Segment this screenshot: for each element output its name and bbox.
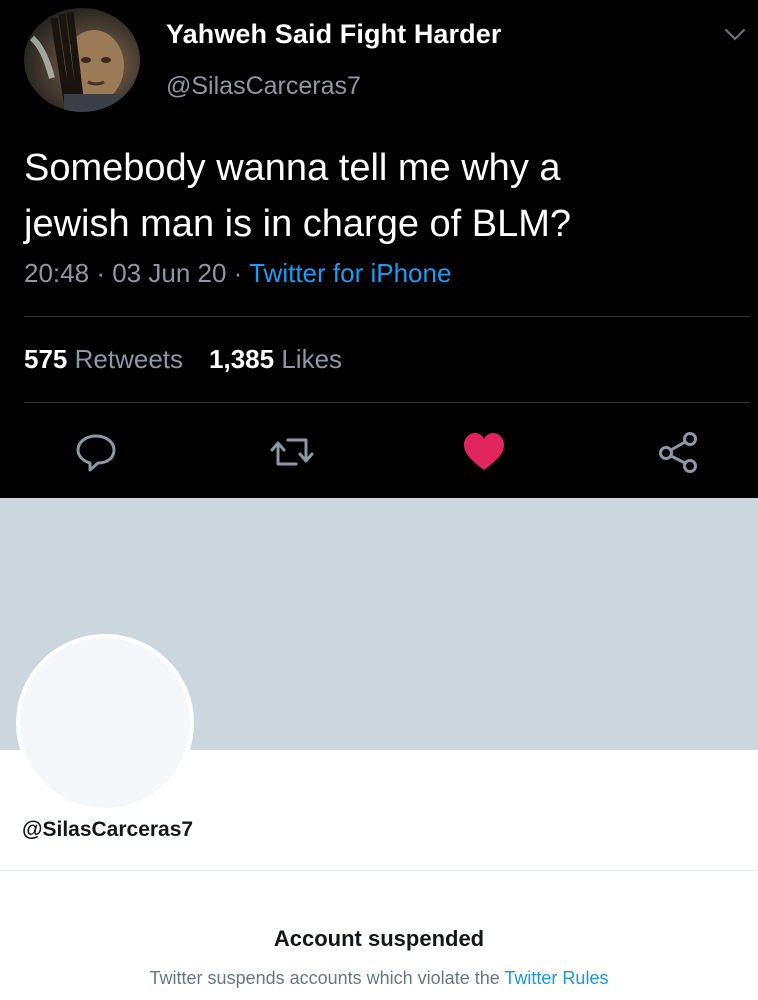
author-handle[interactable]: @SilasCarceras7 [166,72,361,101]
share-icon[interactable] [656,430,700,474]
meta-separator: · [96,258,105,288]
tweet-source-link[interactable]: Twitter for iPhone [249,258,451,288]
divider [24,402,750,403]
meta-separator: · [233,258,243,288]
tweet-card: Yahweh Said Fight Harder @SilasCarceras7… [0,0,758,498]
twitter-rules-link[interactable]: Twitter Rules [504,968,608,988]
likes-count: 1,385 [209,344,275,374]
retweets-count: 575 [24,344,68,374]
avatar-photo [29,11,134,112]
tweet-text-line: Somebody wanna tell me why a [24,147,561,189]
author-avatar[interactable] [24,8,140,112]
reply-icon[interactable] [74,430,118,474]
suspended-message: Twitter suspends accounts which violate … [0,968,758,989]
suspended-title: Account suspended [273,926,485,951]
tweet-actions [0,430,758,474]
likes-label: Likes [281,344,343,374]
chevron-down-icon[interactable] [724,28,746,42]
divider [24,316,750,317]
tweet-meta: 20:48 · 03 Jun 20 · Twitter for iPhone [24,258,451,289]
retweets-stat[interactable]: 575 Retweets [24,344,183,374]
suspended-text: Twitter suspends accounts which violate … [149,968,500,988]
tweet-text-line: jewish man is in charge of BLM? [24,203,572,245]
divider [0,870,758,871]
tweet-text: Somebody wanna tell me why a jewish man … [24,140,724,252]
retweets-label: Retweets [74,344,184,374]
likes-stat[interactable]: 1,385 Likes [209,344,342,374]
heart-icon[interactable] [462,430,506,474]
tweet-date[interactable]: 03 Jun 20 [112,258,226,288]
author-display-name[interactable]: Yahweh Said Fight Harder [166,19,501,50]
profile-handle: @SilasCarceras7 [22,818,194,841]
tweet-stats: 575 Retweets 1,385 Likes [24,344,342,375]
retweet-icon[interactable] [270,430,314,474]
profile-avatar [16,634,194,812]
tweet-time[interactable]: 20:48 [24,258,89,288]
